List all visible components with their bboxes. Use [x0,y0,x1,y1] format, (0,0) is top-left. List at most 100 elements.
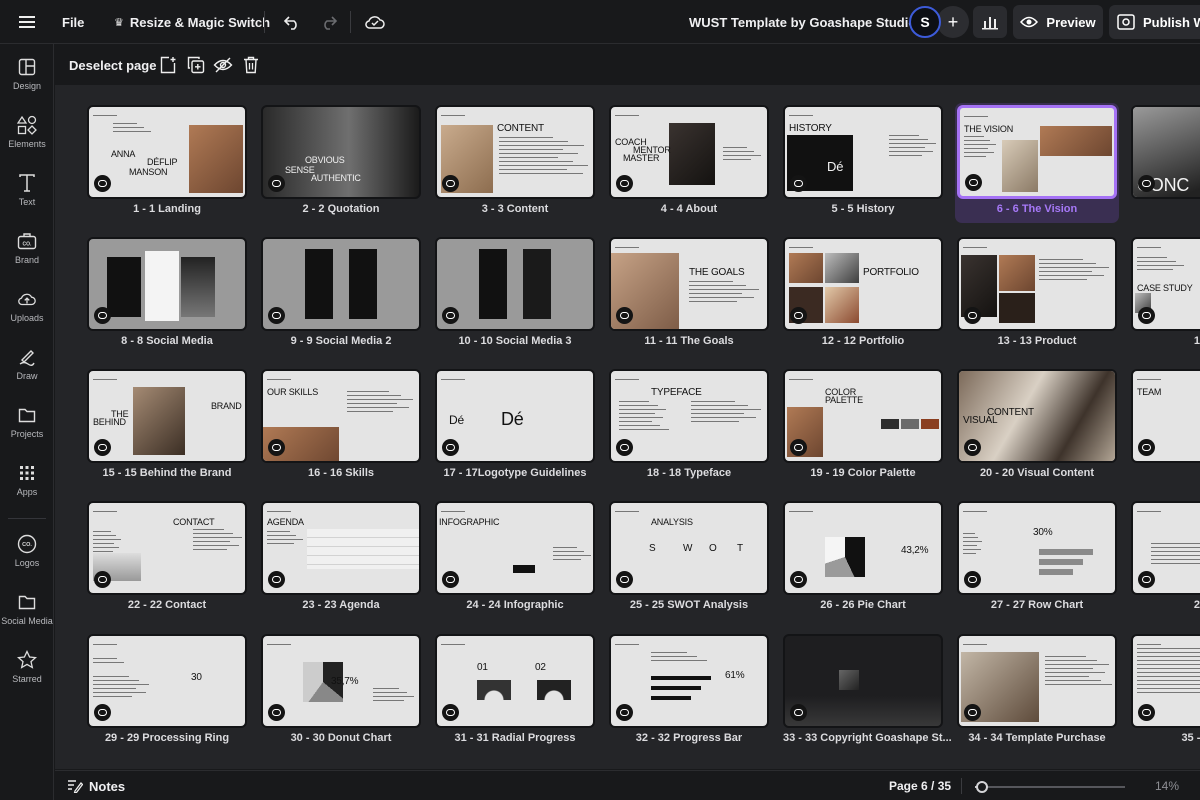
page-preview[interactable]: CONTACT [87,501,247,595]
page-preview[interactable]: CONC [1131,105,1200,199]
page-preview[interactable] [1131,634,1200,728]
comment-icon[interactable] [268,307,285,324]
page-caption[interactable]: 33 - 33 Copyright Goashape St... [783,732,952,744]
sidebar-item-apps[interactable]: Apps [0,454,54,506]
page-caption[interactable]: 23 - 23 Agenda [261,599,421,611]
comment-icon[interactable] [1138,704,1155,721]
page-thumbnail[interactable]: 35,7% 30 - 30 Donut Chart [261,634,421,754]
trash-icon[interactable] [241,55,261,75]
page-preview[interactable]: OBVIOUS SENSE AUTHENTIC [261,105,421,199]
page-caption[interactable]: 20 - 20 Visual Content [957,467,1117,479]
comment-icon[interactable] [442,439,459,456]
page-caption[interactable]: 1 - 1 Landing [87,203,247,215]
page-preview[interactable]: HISTORY Dé [783,105,943,199]
page-preview[interactable] [957,237,1117,331]
page-thumbnail[interactable]: TEAM 21 - [1131,369,1200,489]
cloud-saved-icon[interactable] [364,0,386,44]
page-caption[interactable]: 30 - 30 Donut Chart [261,732,421,744]
page-caption[interactable]: 19 - 19 Color Palette [783,467,943,479]
page-thumbnail[interactable]: CONC 7 - 7 [1131,105,1200,225]
page-thumbnail[interactable]: THE GOALS 11 - 11 The Goals [609,237,769,357]
sidebar-item-uploads[interactable]: Uploads [0,280,54,332]
page-preview[interactable]: CASE STUDY [1131,237,1200,331]
page-preview[interactable]: 30% [957,501,1117,595]
page-preview[interactable]: ANALYSIS S W O T [609,501,769,595]
page-preview[interactable] [1131,501,1200,595]
page-preview[interactable]: Dé Dé [435,369,595,463]
sidebar-item-elements[interactable]: Elements [0,106,54,158]
page-thumbnail[interactable]: CONTENT VISUAL 20 - 20 Visual Content [957,369,1117,489]
page-caption[interactable]: 17 - 17Logotype Guidelines [435,467,595,479]
sidebar-item-text[interactable]: Text [0,164,54,216]
zoom-slider[interactable] [975,781,1125,793]
page-thumbnail[interactable]: INFOGRAPHIC 24 - 24 Infographic [435,501,595,621]
page-caption[interactable]: 10 - 10 Social Media 3 [435,335,595,347]
add-page-icon[interactable] [158,55,178,75]
comment-icon[interactable] [616,307,633,324]
page-caption[interactable]: 3 - 3 Content [435,203,595,215]
notes-button[interactable]: Notes [67,771,125,800]
page-preview[interactable]: 43,2% [783,501,943,595]
page-caption[interactable]: 28 - 28 [1131,599,1200,611]
comment-icon[interactable] [94,571,111,588]
sidebar-item-design[interactable]: Design [0,48,54,100]
comment-icon[interactable] [965,174,982,191]
page-preview[interactable]: 30 [87,634,247,728]
page-caption[interactable]: 25 - 25 SWOT Analysis [609,599,769,611]
page-thumbnail[interactable]: 35 - 35 Tem [1131,634,1200,754]
page-caption[interactable]: 27 - 27 Row Chart [957,599,1117,611]
page-caption[interactable]: 26 - 26 Pie Chart [783,599,943,611]
sidebar-item-starred[interactable]: Starred [0,641,54,693]
comment-icon[interactable] [1138,307,1155,324]
page-caption[interactable]: 34 - 34 Template Purchase [957,732,1117,744]
page-caption[interactable]: 7 - 7 [1131,203,1200,215]
page-thumbnail[interactable]: OUR SKILLS 16 - 16 Skills [261,369,421,489]
comment-icon[interactable] [268,571,285,588]
comment-icon[interactable] [790,704,807,721]
page-preview[interactable]: THE BEHIND BRAND [87,369,247,463]
comment-icon[interactable] [94,439,111,456]
page-thumbnail[interactable]: CONTACT 22 - 22 Contact [87,501,247,621]
comment-icon[interactable] [442,307,459,324]
page-thumbnail[interactable]: OBVIOUS SENSE AUTHENTIC 2 - 2 Quotation [261,105,421,225]
page-preview[interactable]: 35,7% [261,634,421,728]
page-thumbnail[interactable]: 30 29 - 29 Processing Ring [87,634,247,754]
page-caption[interactable]: 15 - 15 Behind the Brand [87,467,247,479]
page-preview[interactable] [957,634,1117,728]
hide-page-icon[interactable] [213,55,233,75]
page-preview[interactable]: AGENDA [261,501,421,595]
comment-icon[interactable] [268,704,285,721]
page-preview[interactable] [87,237,247,331]
page-caption[interactable]: 21 - [1131,467,1200,479]
page-preview[interactable]: 61% [609,634,769,728]
comment-icon[interactable] [790,175,807,192]
page-preview[interactable] [435,237,595,331]
sidebar-item-brand[interactable]: CO. Brand [0,222,54,274]
comment-icon[interactable] [1138,571,1155,588]
preview-button[interactable]: Preview [1013,5,1103,39]
sidebar-item-draw[interactable]: Draw [0,338,54,390]
comment-icon[interactable] [268,439,285,456]
page-caption[interactable]: 24 - 24 Infographic [435,599,595,611]
page-caption[interactable]: 11 - 11 The Goals [609,335,769,347]
page-caption[interactable]: 29 - 29 Processing Ring [87,732,247,744]
comment-icon[interactable] [790,307,807,324]
page-caption[interactable]: 8 - 8 Social Media [87,335,247,347]
zoom-level[interactable]: 14% [1155,771,1179,800]
page-preview[interactable]: TEAM [1131,369,1200,463]
page-thumbnail[interactable]: ANALYSIS S W O T 25 - 25 SWOT Analysis [609,501,769,621]
page-thumbnail[interactable]: 13 - 13 Product [957,237,1117,357]
page-caption[interactable]: 18 - 18 Typeface [609,467,769,479]
insights-icon[interactable] [973,6,1007,38]
duplicate-page-icon[interactable] [186,55,206,75]
comment-icon[interactable] [616,704,633,721]
page-preview[interactable]: INFOGRAPHIC [435,501,595,595]
comment-icon[interactable] [1138,439,1155,456]
add-collaborator-button[interactable]: + [937,6,969,38]
page-thumbnail[interactable]: THE BEHIND BRAND 15 - 15 Behind the Brand [87,369,247,489]
page-thumbnail[interactable]: 10 - 10 Social Media 3 [435,237,595,357]
page-thumbnail[interactable]: 30% 27 - 27 Row Chart [957,501,1117,621]
comment-icon[interactable] [964,439,981,456]
page-thumbnail[interactable]: AGENDA 23 - 23 Agenda [261,501,421,621]
document-title[interactable]: WUST Template by Goashape Studio [689,0,916,44]
